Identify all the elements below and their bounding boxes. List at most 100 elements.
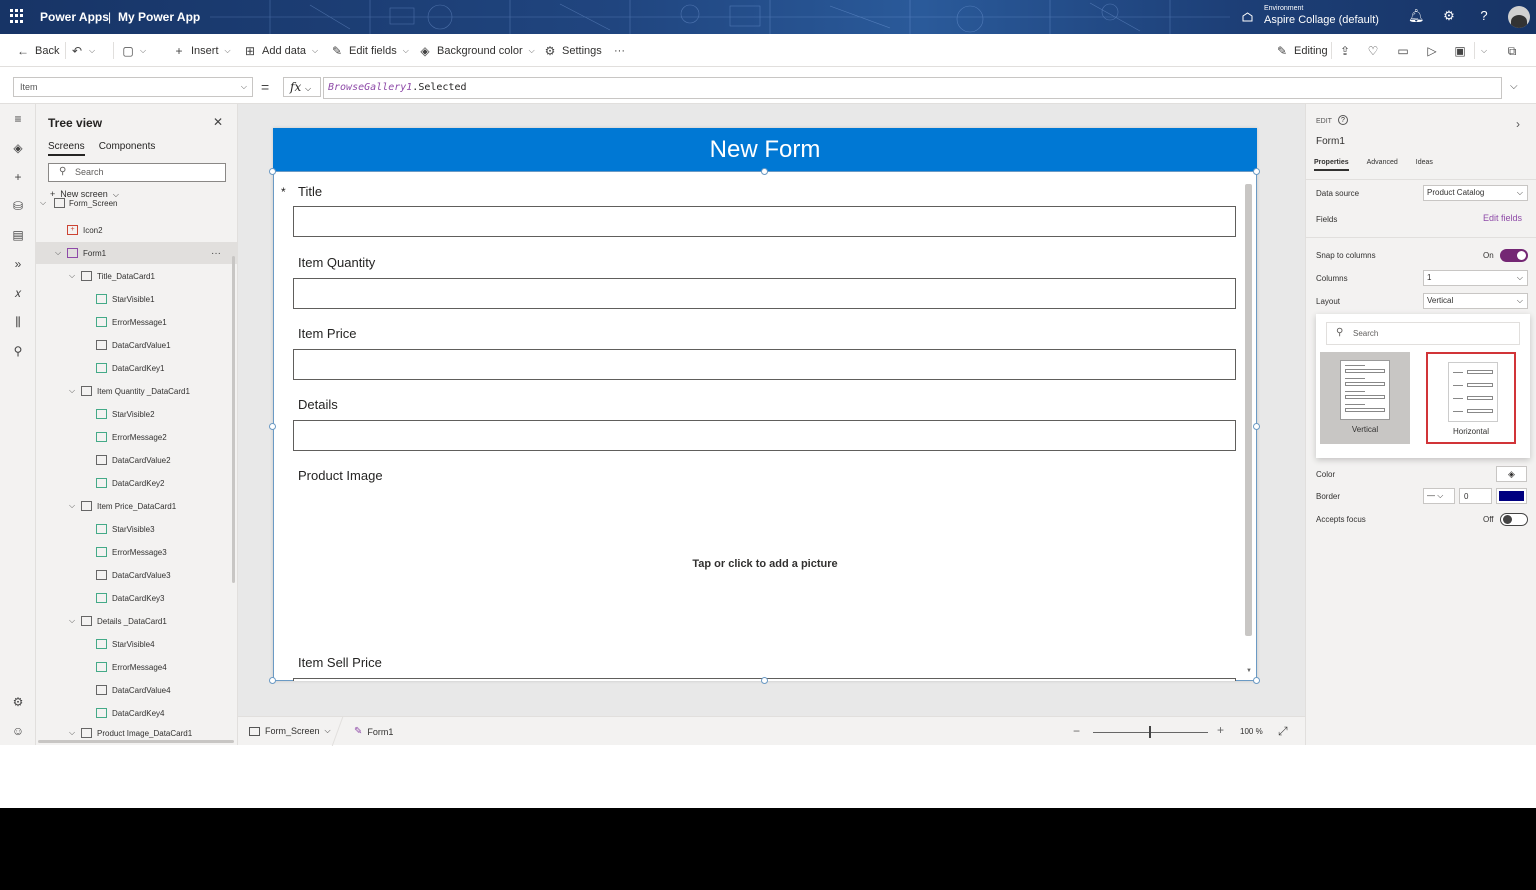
property-dropdown[interactable]: Item ⌵ [13,77,253,97]
fit-to-window-icon[interactable]: ⤢ [1278,724,1288,739]
tree-item-datacard[interactable]: ⌵ Details _DataCard1 [36,610,237,632]
virtual-agent-icon[interactable]: ☺ [10,723,26,739]
edit-fields-link[interactable]: Edit fields [1483,213,1522,223]
details-input[interactable] [293,420,1236,451]
user-avatar[interactable] [1508,6,1530,28]
border-color-picker[interactable] [1496,488,1527,504]
add-picture-placeholder[interactable]: Tap or click to add a picture [273,558,1257,570]
tab-components[interactable]: Components [99,141,156,156]
tree-item-control[interactable]: DataCardKey1 [36,357,237,379]
app-launcher-icon[interactable] [10,9,24,23]
add-data-button[interactable]: ⊞ Add data ⌵ [244,43,318,59]
tree-item-control[interactable]: DataCardValue4 [36,679,237,701]
power-automate-icon[interactable]: » [10,256,26,272]
color-picker-button[interactable]: ◈ [1496,466,1527,482]
settings-button[interactable]: ⚙ Settings [544,43,602,59]
expand-formula-icon[interactable]: ⌵ [1510,81,1518,92]
editing-mode-button[interactable]: ✎ Editing [1276,43,1328,59]
share-button[interactable]: ⇪ [1339,43,1351,59]
tree-item-datacard[interactable]: ⌵ Product Image_DataCard1 [36,725,237,741]
tree-item-control[interactable]: DataCardKey3 [36,587,237,609]
form-scrollbar[interactable] [1245,184,1252,636]
form-header[interactable]: New Form [273,128,1257,171]
tree-item-datacard[interactable]: ⌵ Item Quantity _DataCard1 [36,380,237,402]
layout-dropdown[interactable]: Vertical ⌵ [1423,293,1528,309]
background-color-button[interactable]: ◈ Background color ⌵ [419,43,534,59]
zoom-out-button[interactable]: − [1073,724,1080,738]
item-price-input[interactable] [293,349,1236,380]
layout-search-input[interactable]: ⚲ Search [1326,322,1520,345]
resize-handle[interactable] [269,677,276,684]
tree-item-control[interactable]: StarVisible4 [36,633,237,655]
zoom-in-button[interactable]: + [1217,723,1224,737]
form-screen-preview[interactable]: New Form * Title Item Quantity Item Pric… [269,128,1260,684]
undo-button[interactable]: ↶ ⌵ [71,43,95,59]
data-cylinder-icon[interactable]: ⛁ [10,198,26,214]
close-icon[interactable]: ✕ [213,115,223,129]
tree-vertical-scrollbar[interactable] [232,256,235,583]
comments-button[interactable]: ▭ [1397,43,1409,59]
variables-icon[interactable]: 𝑥 [10,285,26,301]
tree-item-datacard[interactable]: ⌵ Title_DataCard1 [36,265,237,287]
chevron-down-icon[interactable]: ⌵ [89,46,95,56]
tree-item-control[interactable]: StarVisible3 [36,518,237,540]
app-checker-button[interactable]: ♡ [1367,43,1379,59]
more-options-icon[interactable]: ··· [211,248,221,259]
media-icon[interactable]: ▤ [10,227,26,243]
settings-gear-icon[interactable]: ⚙ [1442,9,1456,23]
environment-value[interactable]: Aspire Collage (default) [1264,14,1379,26]
tab-ideas[interactable]: Ideas [1416,159,1433,171]
tree-item-icon2[interactable]: + Icon2 [36,219,237,241]
more-commands-button[interactable]: ··· [614,43,625,59]
resize-handle[interactable] [761,677,768,684]
tab-screens[interactable]: Screens [48,141,85,156]
breadcrumb-control[interactable]: ✎ Form1 [354,726,393,737]
publish-button[interactable]: ⧉ [1506,43,1518,59]
resize-handle[interactable] [269,168,276,175]
border-width-input[interactable]: 0 [1459,488,1492,504]
function-button[interactable]: fx ⌵ [283,77,321,97]
layout-option-horizontal[interactable]: Horizontal [1426,352,1516,444]
data-source-dropdown[interactable]: Product Catalog ⌵ [1423,185,1528,201]
chevron-down-icon[interactable]: ⌵ [69,728,75,738]
product-name[interactable]: Power Apps [40,10,109,24]
tree-search-input[interactable]: ⚲ Search [48,163,226,182]
save-button[interactable]: ▣ [1454,43,1466,59]
chevron-down-icon[interactable]: ⌵ [69,271,75,281]
resize-handle[interactable] [1253,423,1260,430]
hamburger-menu-icon[interactable]: ≡ [10,111,26,127]
tree-view-layers-icon[interactable]: ◈ [10,140,26,156]
edit-fields-button[interactable]: ✎ Edit fields ⌵ [331,43,409,59]
snap-to-columns-toggle[interactable] [1500,249,1528,262]
tree-item-control[interactable]: DataCardValue3 [36,564,237,586]
tree-item-form1[interactable]: ⌵ Form1 ··· [36,242,237,264]
back-button[interactable]: ← Back [17,43,59,59]
tree-horizontal-scrollbar[interactable] [38,740,234,743]
layout-option-vertical[interactable]: Vertical [1320,352,1410,444]
breadcrumb-screen[interactable]: Form_Screen ⌵ [249,726,331,736]
tree-item-control[interactable]: ErrorMessage1 [36,311,237,333]
tree-item-control[interactable]: DataCardKey2 [36,472,237,494]
chevron-down-icon[interactable]: ⌵ [40,198,46,208]
tree-item-control[interactable]: StarVisible2 [36,403,237,425]
resize-handle[interactable] [761,168,768,175]
zoom-slider-thumb[interactable] [1149,726,1151,738]
chevron-down-icon[interactable]: ⌵ [69,386,75,396]
paste-button[interactable]: ▢ ⌵ [122,43,146,59]
tree-item-control[interactable]: ErrorMessage4 [36,656,237,678]
resize-handle[interactable] [1253,677,1260,684]
item-quantity-input[interactable] [293,278,1236,309]
tree-item-control[interactable]: DataCardValue2 [36,449,237,471]
formula-input[interactable]: BrowseGallery1.Selected [323,77,1502,99]
advanced-tools-icon[interactable]: ⫼ [10,314,26,330]
title-input[interactable] [293,206,1236,237]
save-options-button[interactable]: ⌵ [1481,43,1487,59]
insert-button[interactable]: + Insert ⌵ [173,43,230,59]
chevron-down-icon[interactable]: ⌵ [140,46,146,56]
scroll-down-icon[interactable]: ▼ [1246,668,1252,674]
tab-properties[interactable]: Properties [1314,159,1349,171]
tree-item-datacard[interactable]: ⌵ Item Price_DataCard1 [36,495,237,517]
help-question-icon[interactable]: ? [1338,115,1348,125]
tab-advanced[interactable]: Advanced [1367,159,1398,171]
tree-item-control[interactable]: DataCardKey4 [36,702,237,724]
